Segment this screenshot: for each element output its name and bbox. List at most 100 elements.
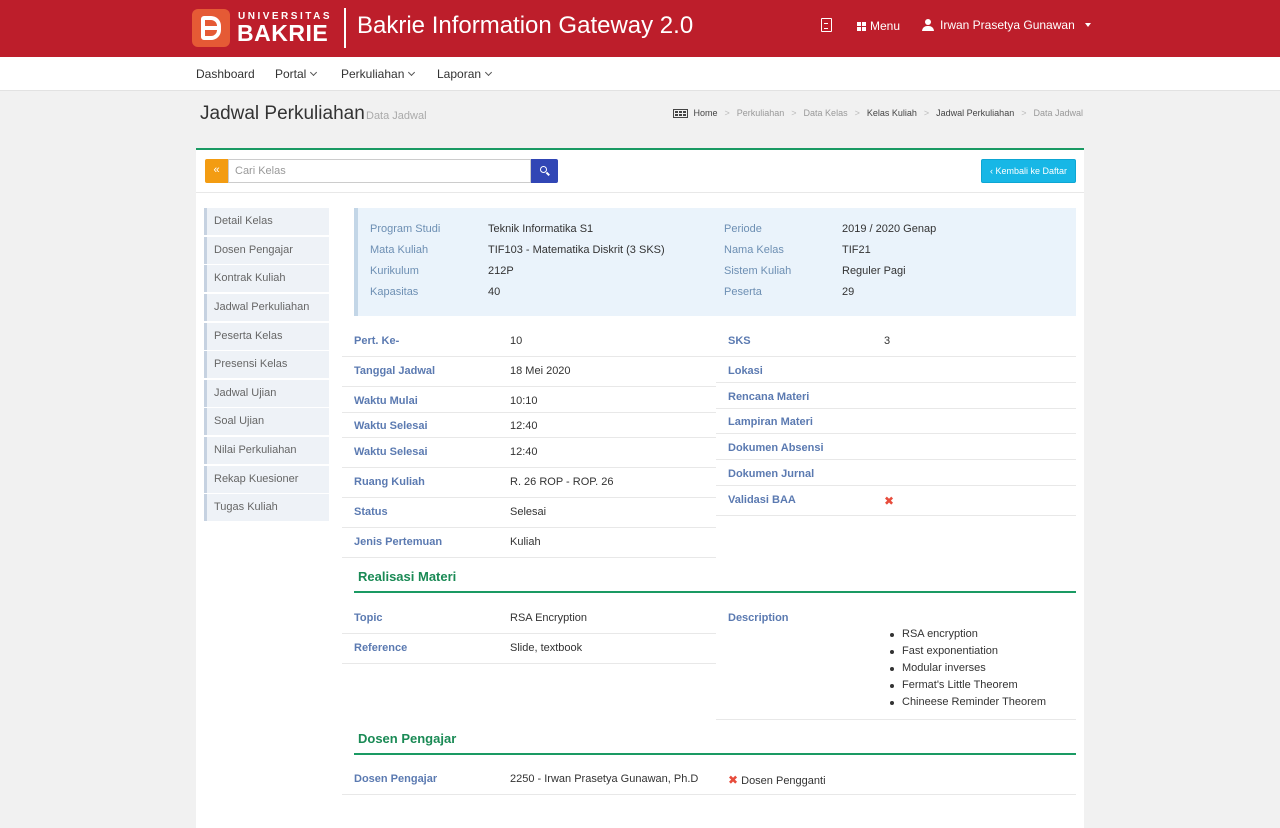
- detail-row: SKS 3: [716, 328, 1076, 357]
- detail-value: 12:40: [510, 420, 538, 432]
- info-label: Kurikulum: [370, 265, 419, 277]
- breadcrumb-kelas-kuliah[interactable]: Kelas Kuliah: [867, 108, 917, 118]
- detail-label: SKS: [728, 335, 751, 347]
- info-label: Nama Kelas: [724, 244, 784, 256]
- document-icon[interactable]: [821, 18, 832, 32]
- detail-label: Dokumen Absensi: [728, 442, 824, 454]
- detail-label: Lokasi: [728, 365, 763, 377]
- detail-row: Topic RSA Encryption: [342, 605, 716, 634]
- detail-label: Dosen Pengajar: [354, 773, 438, 785]
- user-menu[interactable]: Irwan Prasetya Gunawan: [922, 18, 1091, 32]
- list-item: Fermat's Little Theorem: [888, 677, 1046, 694]
- detail-label: Lampiran Materi: [728, 416, 813, 428]
- sidebar-item-soal-ujian[interactable]: Soal Ujian: [204, 408, 329, 436]
- detail-label: Topic: [354, 612, 383, 624]
- detail-row: Dokumen Jurnal: [716, 461, 1076, 486]
- breadcrumb-perkuliahan[interactable]: Perkuliahan: [737, 108, 785, 118]
- detail-label: Waktu Mulai: [354, 395, 418, 407]
- detail-label: Waktu Selesai: [354, 420, 428, 432]
- detail-row: Lokasi: [716, 358, 1076, 383]
- info-value: 40: [488, 286, 501, 298]
- detail-value: Slide, textbook: [510, 642, 583, 654]
- detail-row: Lampiran Materi: [716, 409, 1076, 434]
- detail-value: 3: [884, 335, 891, 347]
- list-item: RSA encryption: [888, 626, 1046, 643]
- card-toolbar: « ‹ Kembali ke Daftar: [196, 150, 1084, 193]
- search-input[interactable]: [228, 159, 531, 183]
- detail-value: 10:10: [510, 395, 538, 407]
- detail-value: 18 Mei 2020: [510, 365, 571, 377]
- sidebar-item-kontrak-kuliah[interactable]: Kontrak Kuliah: [204, 265, 329, 293]
- nav-dashboard[interactable]: Dashboard: [196, 67, 255, 81]
- info-value: TIF21: [842, 244, 871, 256]
- university-logo-icon: [192, 9, 230, 47]
- sidebar-item-rekap-kuesioner[interactable]: Rekap Kuesioner: [204, 465, 329, 493]
- nav-portal[interactable]: Portal: [275, 67, 318, 81]
- back-button[interactable]: «: [205, 159, 228, 183]
- info-value: Reguler Pagi: [842, 265, 906, 277]
- user-icon: [922, 19, 934, 31]
- close-icon: ✖: [728, 773, 739, 787]
- info-value: TIF103 - Matematika Diskrit (3 SKS): [488, 244, 665, 256]
- sidebar-item-tugas-kuliah[interactable]: Tugas Kuliah: [204, 494, 329, 522]
- sidebar-item-jadwal-ujian[interactable]: Jadwal Ujian: [204, 379, 329, 407]
- detail-label: Dokumen Jurnal: [728, 468, 815, 480]
- detail-value: Selesai: [510, 506, 547, 518]
- nav-perkuliahan[interactable]: Perkuliahan: [341, 67, 416, 81]
- detail-row: Waktu Selesai 12:40: [342, 413, 716, 438]
- chevron-down-icon: [408, 68, 416, 77]
- breadcrumb-data-kelas[interactable]: Data Kelas: [804, 108, 848, 118]
- info-value: 29: [842, 286, 855, 298]
- class-info-box: Program Studi Teknik Informatika S1 Mata…: [354, 208, 1076, 316]
- detail-row: Status Selesai: [342, 499, 716, 528]
- detail-row: Reference Slide, textbook: [342, 635, 716, 664]
- search-button[interactable]: [531, 159, 558, 183]
- sidebar-item-jadwal-perkuliahan[interactable]: Jadwal Perkuliahan: [204, 293, 329, 321]
- detail-label: Reference: [354, 642, 408, 654]
- detail-row: Waktu Mulai 10:10: [342, 388, 716, 413]
- sidebar-item-peserta-kelas[interactable]: Peserta Kelas: [204, 322, 329, 350]
- breadcrumb-home[interactable]: Home: [693, 108, 717, 118]
- breadcrumb-jadwal-perkuliahan[interactable]: Jadwal Perkuliahan: [936, 108, 1014, 118]
- detail-row: Jenis Pertemuan Kuliah: [342, 529, 716, 558]
- detail-row: Dosen Pengajar 2250 - Irwan Prasetya Gun…: [342, 766, 716, 795]
- section-title-realisasi: Realisasi Materi: [358, 569, 457, 584]
- detail-label: Waktu Selesai: [354, 446, 428, 458]
- detail-row: Rencana Materi: [716, 384, 1076, 409]
- sidebar-item-presensi-kelas[interactable]: Presensi Kelas: [204, 351, 329, 379]
- detail-label: Jenis Pertemuan: [354, 536, 443, 548]
- info-label: Peserta: [724, 286, 762, 298]
- detail-value: RSA Encryption: [510, 612, 588, 624]
- detail-value: 2250 - Irwan Prasetya Gunawan, Ph.D: [510, 773, 699, 785]
- detail-label: Rencana Materi: [728, 391, 810, 403]
- info-value: 2019 / 2020 Genap: [842, 223, 937, 235]
- detail-row: Pert. Ke- 10: [342, 328, 716, 357]
- chevron-down-icon: [485, 68, 493, 77]
- menu-button[interactable]: Menu: [857, 19, 900, 33]
- info-label: Mata Kuliah: [370, 244, 429, 256]
- sidebar-item-nilai-perkuliahan[interactable]: Nilai Perkuliahan: [204, 437, 329, 465]
- detail-row: Dokumen Absensi: [716, 435, 1076, 460]
- info-label: Periode: [724, 223, 762, 235]
- nav-laporan[interactable]: Laporan: [437, 67, 493, 81]
- detail-label: Status: [354, 506, 388, 518]
- logo-divider: [344, 8, 346, 48]
- sidebar-item-detail-kelas[interactable]: Detail Kelas: [204, 208, 329, 235]
- info-label: Sistem Kuliah: [724, 265, 792, 277]
- detail-label: Tanggal Jadwal: [354, 365, 436, 377]
- sidebar-item-dosen-pengajar[interactable]: Dosen Pengajar: [204, 236, 329, 264]
- menu-label: Menu: [870, 19, 901, 33]
- list-item: Chineese Reminder Theorem: [888, 694, 1046, 711]
- info-value: 212P: [488, 265, 514, 277]
- section-divider: [354, 591, 1076, 593]
- back-to-list-button[interactable]: ‹ Kembali ke Daftar: [980, 159, 1076, 183]
- list-item: Modular inverses: [888, 660, 1046, 677]
- info-label: Kapasitas: [370, 286, 419, 298]
- user-name: Irwan Prasetya Gunawan: [940, 18, 1075, 32]
- detail-value: 12:40: [510, 446, 538, 458]
- validation-status-icon: ✖: [884, 494, 895, 508]
- app-title: Bakrie Information Gateway 2.0: [357, 12, 694, 39]
- home-icon: [673, 108, 689, 118]
- detail-label: Ruang Kuliah: [354, 476, 425, 488]
- detail-value: 10: [510, 335, 523, 347]
